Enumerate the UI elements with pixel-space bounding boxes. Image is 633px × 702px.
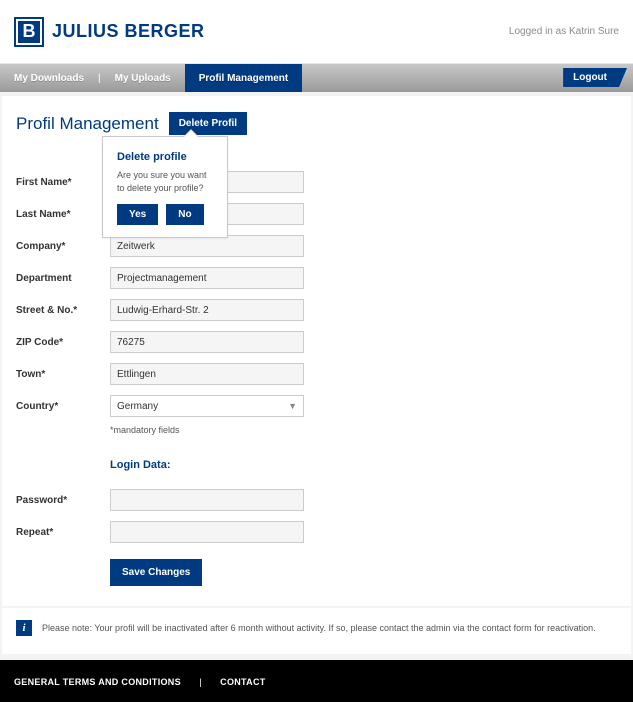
nav-my-downloads[interactable]: My Downloads — [0, 64, 98, 92]
logo-text: JULIUS BERGER — [52, 21, 205, 42]
country-select[interactable]: Germany ▼ — [110, 395, 304, 417]
info-icon: i — [16, 620, 32, 636]
nav-profile-management[interactable]: Profil Management — [185, 64, 302, 92]
page-title: Profil Management — [16, 114, 159, 134]
label-last-name: Last Name* — [16, 209, 110, 220]
popover-title: Delete profile — [117, 151, 213, 163]
footer: GENERAL TERMS AND CONDITIONS | CONTACT — [0, 660, 633, 702]
label-password: Password* — [16, 495, 110, 506]
password-input[interactable] — [110, 489, 304, 511]
content-panel: Profil Management Delete Profil Delete p… — [2, 96, 631, 606]
town-input[interactable] — [110, 363, 304, 385]
note-bar: i Please note: Your profil will be inact… — [2, 608, 631, 654]
logout-button[interactable]: Logout — [563, 68, 627, 87]
label-country: Country* — [16, 401, 110, 412]
header: B JULIUS BERGER Logged in as Katrin Sure — [0, 0, 633, 64]
company-input[interactable] — [110, 235, 304, 257]
page-header: Profil Management Delete Profil — [16, 112, 617, 135]
logged-in-text: Logged in as Katrin Sure — [509, 26, 619, 37]
nav-bar: My Downloads | My Uploads Profil Managem… — [0, 64, 633, 92]
zip-input[interactable] — [110, 331, 304, 353]
logo-icon: B — [14, 17, 44, 47]
chevron-down-icon: ▼ — [288, 401, 297, 411]
nav-my-uploads[interactable]: My Uploads — [101, 64, 185, 92]
popover-buttons: Yes No — [117, 204, 213, 225]
label-first-name: First Name* — [16, 177, 110, 188]
footer-separator: | — [199, 677, 201, 687]
footer-contact-link[interactable]: CONTACT — [220, 677, 265, 687]
delete-profile-button[interactable]: Delete Profil — [169, 112, 247, 135]
street-input[interactable] — [110, 299, 304, 321]
mandatory-note: *mandatory fields — [110, 425, 617, 435]
popover-no-button[interactable]: No — [166, 204, 203, 225]
delete-popover: Delete profile Are you sure you want to … — [102, 136, 228, 238]
popover-text: Are you sure you want to delete your pro… — [117, 169, 213, 194]
label-repeat: Repeat* — [16, 527, 110, 538]
label-department: Department — [16, 273, 110, 284]
login-data-heading: Login Data: — [110, 459, 617, 471]
country-value: Germany — [117, 401, 158, 412]
popover-yes-button[interactable]: Yes — [117, 204, 158, 225]
logo: B JULIUS BERGER — [14, 17, 205, 47]
note-text: Please note: Your profil will be inactiv… — [42, 623, 596, 633]
label-company: Company* — [16, 241, 110, 252]
repeat-password-input[interactable] — [110, 521, 304, 543]
save-button[interactable]: Save Changes — [110, 559, 202, 586]
department-input[interactable] — [110, 267, 304, 289]
label-street: Street & No.* — [16, 305, 110, 316]
label-zip: ZIP Code* — [16, 337, 110, 348]
label-town: Town* — [16, 369, 110, 380]
footer-terms-link[interactable]: GENERAL TERMS AND CONDITIONS — [14, 677, 181, 687]
